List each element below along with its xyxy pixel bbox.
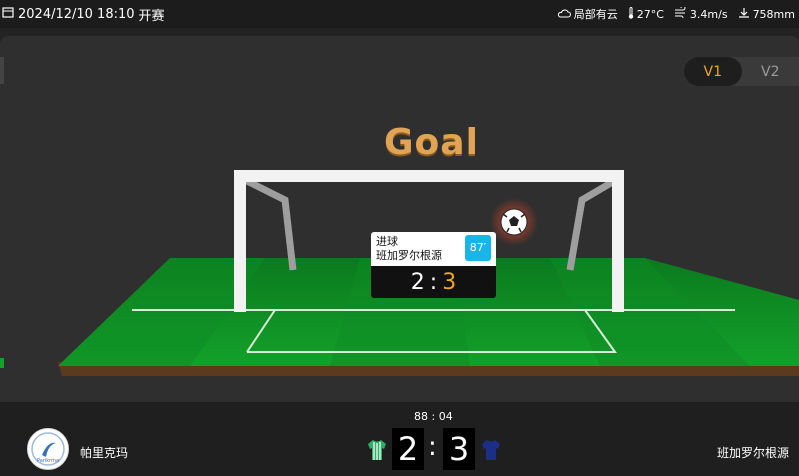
weather-info: 局部有云 27°C 3.4m/s 758mm (557, 5, 799, 22)
event-score-separator: : (429, 269, 438, 295)
side-tab[interactable] (0, 57, 4, 84)
wind-icon (674, 5, 687, 21)
home-kit-icon (368, 440, 386, 460)
pressure-icon (738, 7, 750, 21)
wind-text: 3.4m/s (689, 7, 728, 21)
temperature-item: 27°C (628, 6, 664, 22)
match-datetime: 2024/12/10 18:10 (18, 6, 135, 22)
home-score: 2 (392, 428, 424, 470)
event-score: 2 : 3 (371, 266, 496, 298)
version-toggle: V1 V2 (684, 57, 799, 86)
event-title: Goal (384, 122, 479, 163)
away-team-name: 班加罗尔根源 (716, 446, 789, 460)
score-separator: : (428, 432, 437, 462)
away-score: 3 (443, 428, 475, 470)
weather-text: 局部有云 (573, 8, 618, 21)
match-clock: 88 : 04 (414, 410, 453, 423)
svg-text:Parikrma: Parikrma (37, 458, 59, 464)
goal-event-card: 进球 班加罗尔根源 87′ 2 : 3 (371, 232, 496, 298)
event-away-score: 3 (442, 269, 457, 295)
temperature-text: 27°C (636, 7, 664, 21)
animation-stage (0, 36, 799, 402)
event-minute-badge: 87′ (465, 235, 491, 261)
home-team-logo: Parikrma (27, 428, 69, 470)
wind-item: 3.4m/s (674, 5, 728, 21)
top-bar: 2024/12/10 18:10 开赛 局部有云 27°C 3.4m/s 758… (0, 0, 799, 28)
tab-v2[interactable]: V2 (742, 57, 799, 86)
calendar-icon (2, 6, 14, 22)
cloud-icon (557, 8, 571, 21)
match-datetime-group: 2024/12/10 18:10 开赛 (0, 5, 165, 24)
event-info: 进球 班加罗尔根源 87′ (371, 232, 496, 266)
away-kit-icon (482, 440, 500, 460)
pressure-text: 758mm (752, 7, 795, 21)
pressure-item: 758mm (738, 7, 795, 21)
home-team-name: 帕里克玛 (80, 446, 129, 460)
thermometer-icon (628, 6, 634, 22)
event-home-score: 2 (410, 269, 425, 295)
match-status: 开赛 (138, 8, 165, 24)
weather-item: 局部有云 (557, 6, 618, 22)
tab-v1[interactable]: V1 (684, 57, 742, 86)
